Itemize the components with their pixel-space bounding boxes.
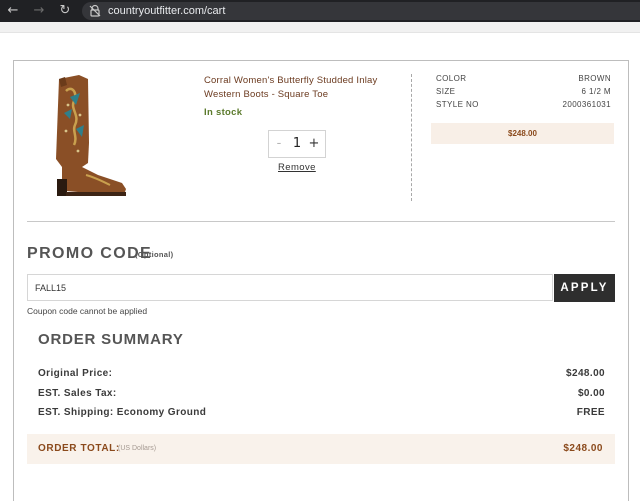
order-total-box: ORDER TOTAL: (US Dollars) $248.00: [27, 434, 615, 464]
reload-icon[interactable]: ↻: [56, 2, 74, 20]
attribute-label: SIZE: [436, 87, 456, 96]
coupon-error-message: Coupon code cannot be applied: [27, 306, 148, 316]
attribute-row-color: COLOR BROWN: [436, 74, 611, 87]
page-top-strip: [0, 22, 640, 33]
western-boot-image[interactable]: [42, 71, 132, 199]
order-total-value: $248.00: [563, 443, 603, 454]
summary-row-original-price: Original Price: $248.00: [38, 368, 605, 382]
back-arrow-icon[interactable]: ←: [4, 2, 22, 20]
summary-label: EST. Sales Tax:: [38, 388, 117, 399]
promo-code-input[interactable]: [27, 274, 553, 301]
attribute-value: 2000361031: [562, 100, 611, 109]
item-price: $248.00: [431, 123, 614, 144]
increase-quantity-button[interactable]: +: [307, 135, 321, 153]
decrease-quantity-button[interactable]: -: [272, 135, 286, 153]
order-total-currency: (US Dollars): [118, 445, 157, 452]
attribute-value: BROWN: [578, 74, 611, 83]
order-summary-title: ORDER SUMMARY: [38, 331, 184, 348]
browser-toolbar: ← → ↻ countryoutfitter.com/cart: [0, 0, 640, 22]
remove-item-link[interactable]: Remove: [278, 162, 316, 173]
stock-status: In stock: [204, 107, 243, 118]
attribute-label: STYLE NO: [436, 100, 479, 109]
summary-row-sales-tax: EST. Sales Tax: $0.00: [38, 388, 605, 402]
section-divider: [27, 221, 615, 222]
attribute-row-size: SIZE 6 1/2 M: [436, 87, 611, 100]
attribute-value: 6 1/2 M: [581, 87, 611, 96]
summary-value: $0.00: [577, 388, 605, 399]
quantity-value[interactable]: 1: [289, 135, 305, 153]
cart-panel: Corral Women's Butterfly Studded Inlay W…: [13, 60, 629, 501]
summary-value: FREE: [576, 407, 605, 418]
summary-row-shipping: EST. Shipping: Economy Ground FREE: [38, 407, 605, 421]
promo-code-title: PROMO CODE: [27, 245, 153, 262]
promo-optional-label: (Optional): [135, 250, 174, 259]
quantity-stepper[interactable]: - 1 +: [268, 130, 326, 158]
order-total-label: ORDER TOTAL:: [38, 443, 120, 454]
not-secure-icon[interactable]: [88, 4, 102, 18]
summary-value: $248.00: [566, 368, 605, 379]
attribute-row-style-no: STYLE NO 2000361031: [436, 100, 611, 113]
forward-arrow-icon[interactable]: →: [30, 2, 48, 20]
address-bar[interactable]: countryoutfitter.com/cart: [82, 2, 640, 20]
summary-label: EST. Shipping: Economy Ground: [38, 407, 207, 418]
url-text[interactable]: countryoutfitter.com/cart: [108, 4, 225, 18]
apply-button[interactable]: APPLY: [554, 274, 615, 302]
attribute-label: COLOR: [436, 74, 467, 83]
item-divider: [411, 74, 412, 201]
summary-label: Original Price:: [38, 368, 113, 379]
product-name[interactable]: Corral Women's Butterfly Studded Inlay W…: [204, 74, 394, 102]
